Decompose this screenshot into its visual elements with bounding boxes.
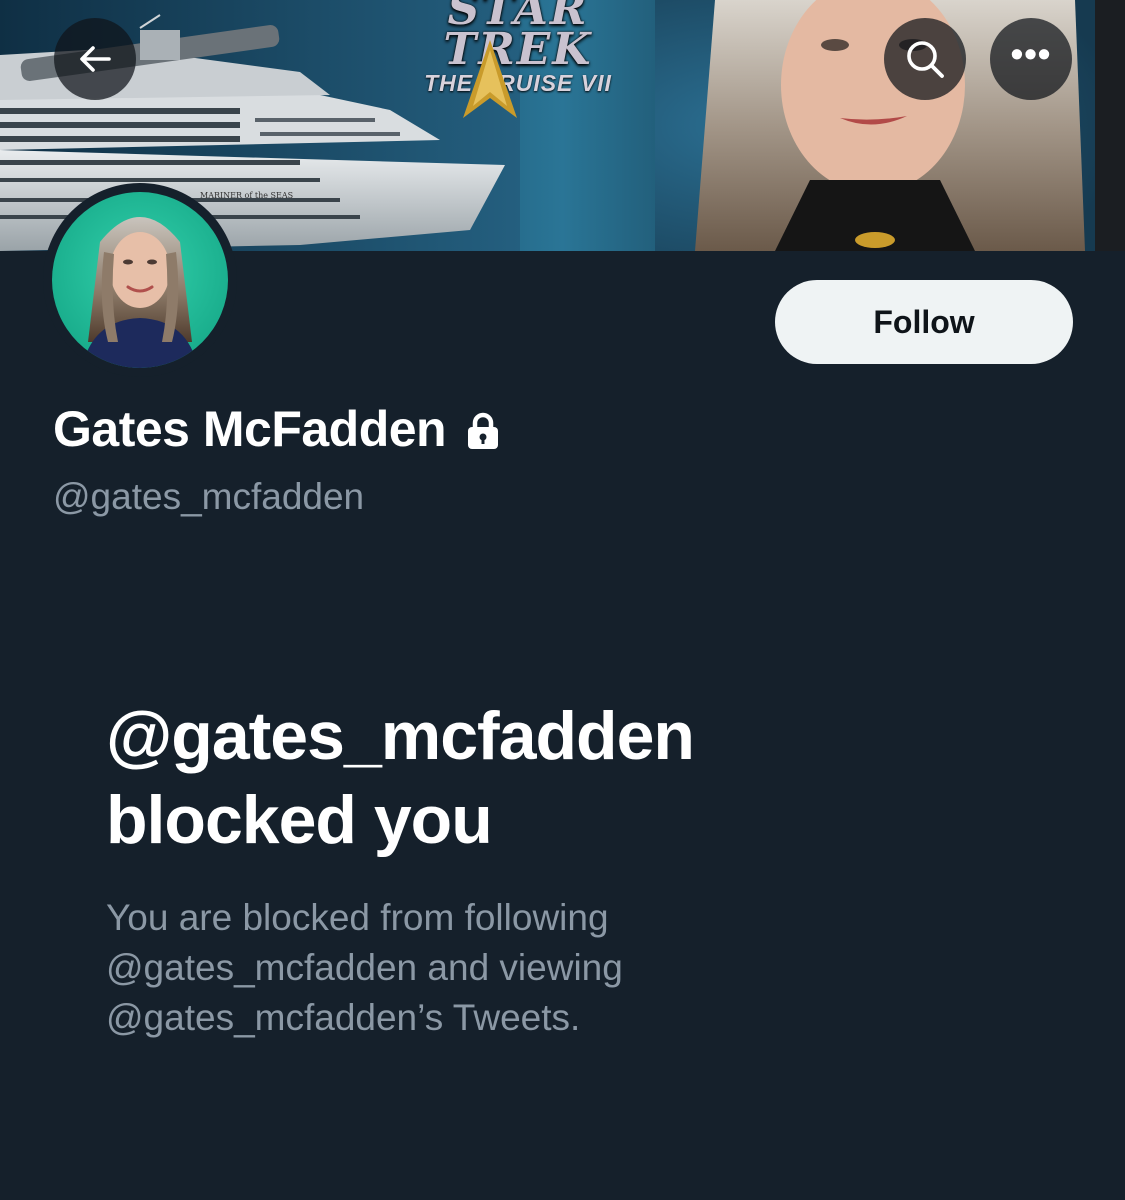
blocked-description-line: You are blocked from following — [106, 897, 609, 938]
follow-button[interactable]: Follow — [775, 280, 1073, 364]
blocked-title: @gates_mcfadden blocked you — [106, 694, 1006, 862]
search-button[interactable] — [884, 18, 966, 100]
more-horizontal-icon: ••• — [1010, 33, 1052, 74]
delta-insignia-icon — [463, 40, 517, 118]
lock-icon — [468, 412, 499, 449]
profile-display-name: Gates McFadden — [53, 400, 500, 458]
blocked-description-line: @gates_mcfadden and viewing — [106, 947, 623, 988]
profile-avatar[interactable] — [43, 183, 237, 377]
banner-title: STAR TREK THE CRUISE VII — [378, 0, 658, 118]
avatar-photo — [52, 192, 228, 368]
profile-handle: @gates_mcfadden — [53, 476, 365, 517]
blocked-description: You are blocked from following @gates_mc… — [106, 893, 806, 1043]
back-button[interactable] — [54, 18, 136, 100]
more-options-button[interactable]: ••• — [990, 18, 1072, 100]
blocked-title-line: blocked you — [106, 782, 493, 858]
display-name-text: Gates McFadden — [53, 401, 447, 457]
search-icon — [907, 41, 944, 78]
arrow-left-icon — [80, 46, 111, 72]
blocked-description-line: @gates_mcfadden’s Tweets. — [106, 997, 581, 1038]
blocked-title-line: @gates_mcfadden — [106, 698, 695, 774]
svg-text:MARINER of the SEAS: MARINER of the SEAS — [200, 191, 293, 200]
